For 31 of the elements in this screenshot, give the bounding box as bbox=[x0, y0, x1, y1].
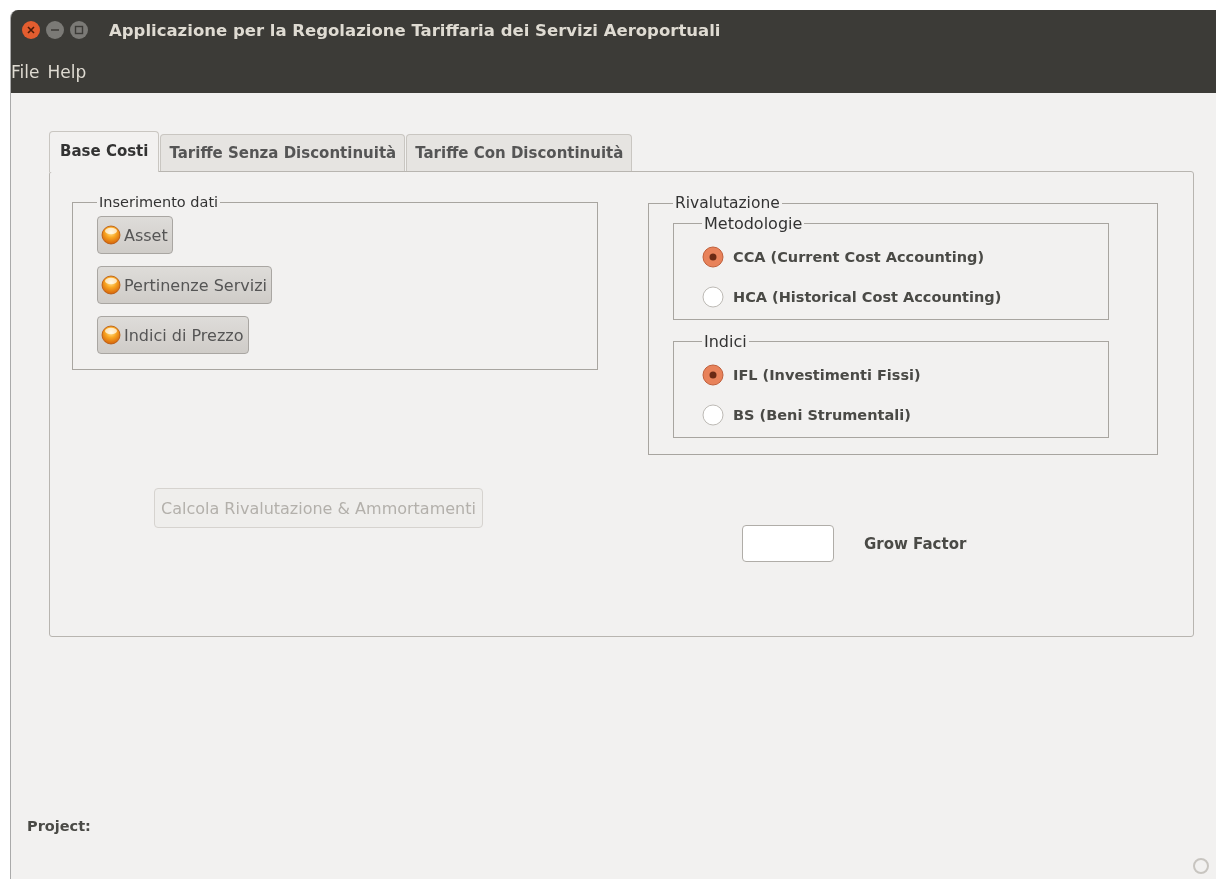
window-title: Applicazione per la Regolazione Tariffaria dei Servizi Aeroportuali bbox=[109, 20, 721, 40]
spinner-icon bbox=[1192, 857, 1210, 875]
bulb-icon[interactable] bbox=[101, 225, 121, 245]
data-button[interactable]: Asset bbox=[97, 216, 173, 254]
group-title: Inserimento dati bbox=[98, 194, 220, 210]
tab[interactable]: Base Costi bbox=[49, 131, 160, 172]
radio-button[interactable] bbox=[702, 404, 724, 426]
radio-button[interactable] bbox=[702, 364, 724, 386]
grow-factor-field[interactable] bbox=[742, 525, 834, 562]
close-icon[interactable] bbox=[21, 20, 41, 40]
radio-button[interactable] bbox=[702, 246, 724, 268]
field-label: Grow Factor bbox=[864, 534, 967, 553]
radio-label[interactable]: BS (Beni Strumentali) bbox=[733, 407, 911, 423]
group-title: Rivalutazione bbox=[674, 194, 781, 212]
radio-label[interactable]: IFL (Investimenti Fissi) bbox=[733, 367, 921, 383]
bulb-icon[interactable] bbox=[101, 325, 121, 345]
maximize-icon[interactable] bbox=[69, 20, 89, 40]
data-button[interactable]: Pertinenze Servizi bbox=[97, 266, 272, 304]
menu-item[interactable]: File bbox=[11, 61, 40, 82]
bulb-icon[interactable] bbox=[101, 275, 121, 295]
data-button[interactable]: Indici di Prezzo bbox=[97, 316, 249, 354]
minimize-icon[interactable] bbox=[45, 20, 65, 40]
radio-label[interactable]: HCA (Historical Cost Accounting) bbox=[733, 289, 1002, 305]
group-title: Indici bbox=[703, 332, 748, 351]
tab[interactable]: Tariffe Senza Discontinuità bbox=[160, 134, 406, 171]
tab[interactable]: Tariffe Con Discontinuità bbox=[406, 134, 633, 171]
radio-label[interactable]: CCA (Current Cost Accounting) bbox=[733, 249, 985, 265]
group-title: Metodologie bbox=[703, 214, 804, 233]
radio-button[interactable] bbox=[702, 286, 724, 308]
status-label: Project: bbox=[27, 818, 91, 834]
menu-item[interactable]: Help bbox=[47, 61, 87, 82]
